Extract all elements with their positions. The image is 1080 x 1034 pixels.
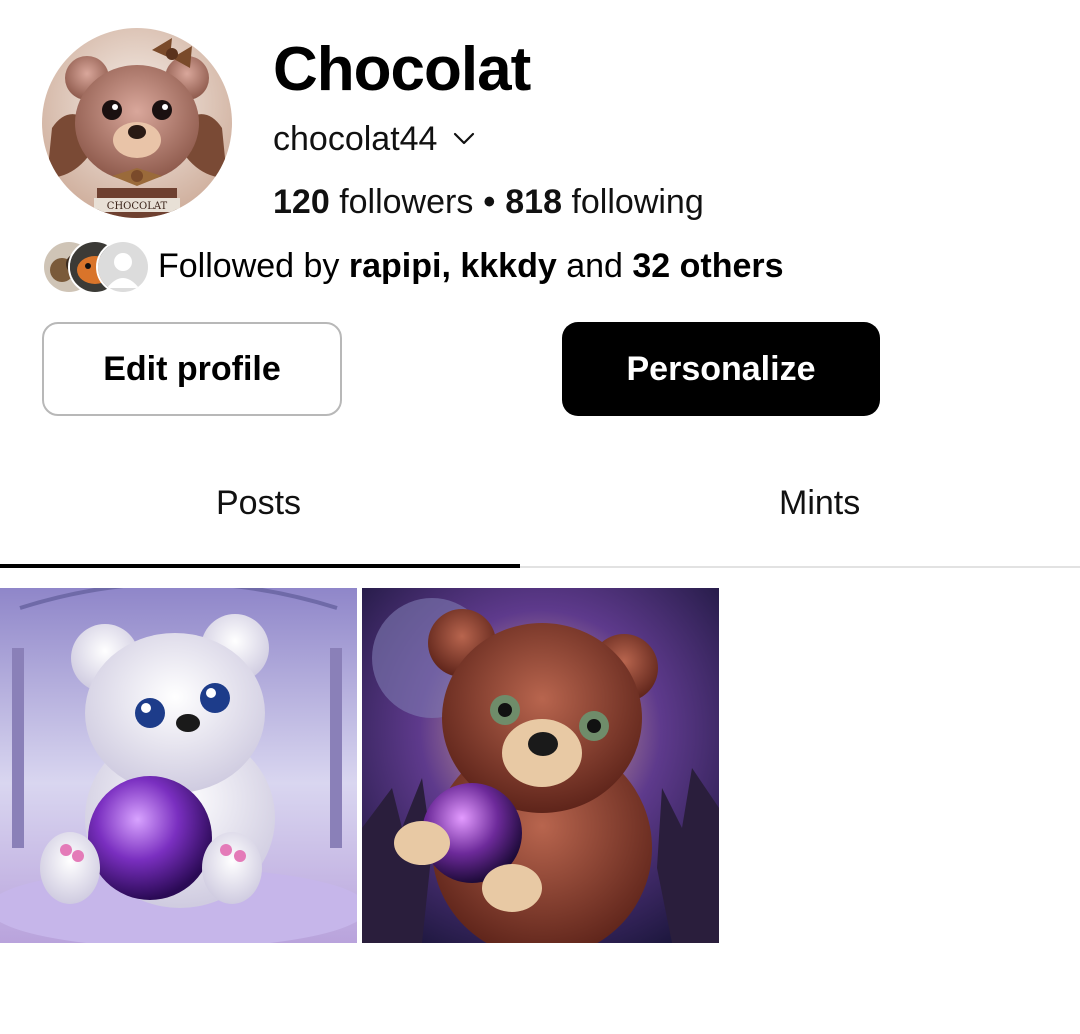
chevron-down-icon[interactable] (453, 132, 475, 146)
follower-avatar-stack (42, 240, 150, 294)
followed-by-others: 32 others (632, 246, 784, 285)
edit-profile-button[interactable]: Edit profile (42, 322, 342, 416)
username-selector[interactable]: chocolat44 (273, 117, 475, 161)
avatar-chocolat-lettering: CHOCOLAT (107, 201, 168, 212)
username: chocolat44 (273, 119, 438, 158)
display-name: Chocolat (273, 35, 531, 104)
follow-stats: 120 followers • 818 following (273, 180, 704, 224)
brown-bear-image (362, 588, 719, 943)
followed-by-prefix: Followed by (158, 246, 340, 285)
following-label: following (571, 182, 704, 221)
follower-avatar-default (96, 240, 150, 294)
stats-separator: • (483, 182, 496, 221)
tab-mints[interactable]: Mints (779, 484, 860, 523)
followers-count: 120 (273, 182, 330, 221)
avatar-bear-image: CHOCOLAT (42, 28, 232, 218)
followed-by-names: rapipi, kkkdy (348, 246, 557, 285)
post-thumbnail[interactable] (362, 588, 719, 943)
profile-tabs: Posts Mints (0, 466, 1080, 568)
followers-label: followers (339, 182, 474, 221)
following-count: 818 (505, 182, 562, 221)
user-icon (98, 242, 148, 292)
followed-by-row[interactable]: Followed by rapipi, kkkdy and 32 others (42, 240, 784, 294)
followers-link[interactable]: 120 followers (273, 183, 473, 222)
following-link[interactable]: 818 following (505, 183, 704, 222)
post-thumbnail[interactable] (0, 588, 357, 943)
active-tab-indicator (0, 564, 520, 568)
tab-posts[interactable]: Posts (216, 484, 301, 523)
white-bear-image (0, 588, 357, 943)
profile-avatar[interactable]: CHOCOLAT (42, 28, 232, 218)
followed-by-conjunction: and (566, 246, 623, 285)
personalize-button[interactable]: Personalize (562, 322, 880, 416)
